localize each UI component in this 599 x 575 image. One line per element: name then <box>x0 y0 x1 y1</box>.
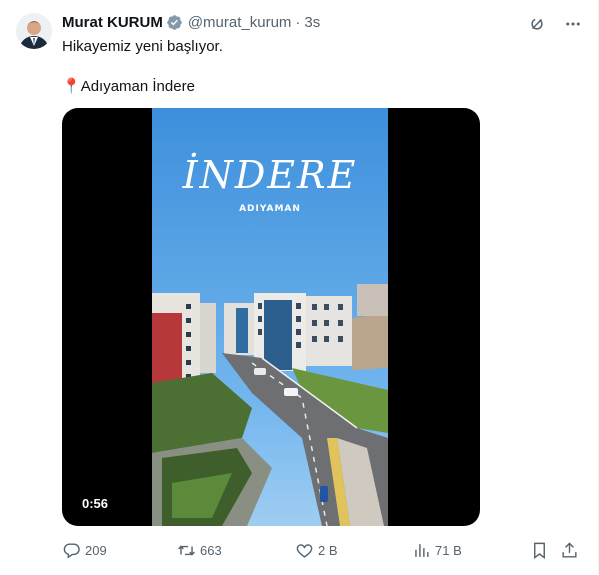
bookmark-button[interactable] <box>530 541 549 560</box>
top-actions <box>523 10 587 38</box>
reply-count: 209 <box>85 542 107 558</box>
tweet-text: Hikayemiz yeni başlıyor. 📍Adıyaman İnder… <box>62 37 223 97</box>
share-button[interactable] <box>560 541 579 560</box>
author-name[interactable]: Murat KURUM <box>62 14 163 31</box>
repost-button[interactable]: 663 <box>177 541 222 560</box>
separator-dot: · <box>295 13 301 31</box>
bookmark-icon <box>534 542 545 559</box>
video-player[interactable]: İNDERE ADIYAMAN 0:56 <box>62 108 480 526</box>
video-title-overlay: İNDERE <box>182 153 358 197</box>
views-count: 71 B <box>435 542 462 558</box>
verified-badge-icon <box>167 14 182 30</box>
reply-icon <box>63 542 80 559</box>
timestamp[interactable]: 3s <box>304 14 320 31</box>
repost-count: 663 <box>200 542 222 558</box>
author-handle[interactable]: @murat_kurum <box>188 14 292 31</box>
views-icon <box>415 543 429 557</box>
location-text: Adıyaman İndere <box>80 78 195 95</box>
pin-icon: 📍 <box>62 78 81 95</box>
video-duration: 0:56 <box>74 494 117 513</box>
tweet-header: Murat KURUM @murat_kurum · 3s <box>62 12 320 32</box>
heart-icon <box>296 543 313 558</box>
share-icon <box>562 541 577 558</box>
location-line: 📍Adıyaman İndere <box>62 77 223 97</box>
video-frame[interactable]: İNDERE ADIYAMAN <box>152 108 388 526</box>
grok-icon[interactable] <box>523 10 551 38</box>
tweet-text-line: Hikayemiz yeni başlıyor. <box>62 38 223 55</box>
like-count: 2 B <box>318 542 338 558</box>
repost-icon <box>178 545 195 555</box>
video-subtitle-overlay: ADIYAMAN <box>239 204 301 214</box>
views-button[interactable]: 71 B <box>412 541 462 560</box>
tweet-card[interactable]: Murat KURUM @murat_kurum · 3s Hikayemiz … <box>0 0 599 575</box>
avatar[interactable] <box>16 13 52 49</box>
more-icon[interactable] <box>559 10 587 38</box>
like-button[interactable]: 2 B <box>295 541 338 560</box>
reply-button[interactable]: 209 <box>62 541 107 560</box>
action-bar: 209 663 2 B 71 B <box>62 538 584 562</box>
